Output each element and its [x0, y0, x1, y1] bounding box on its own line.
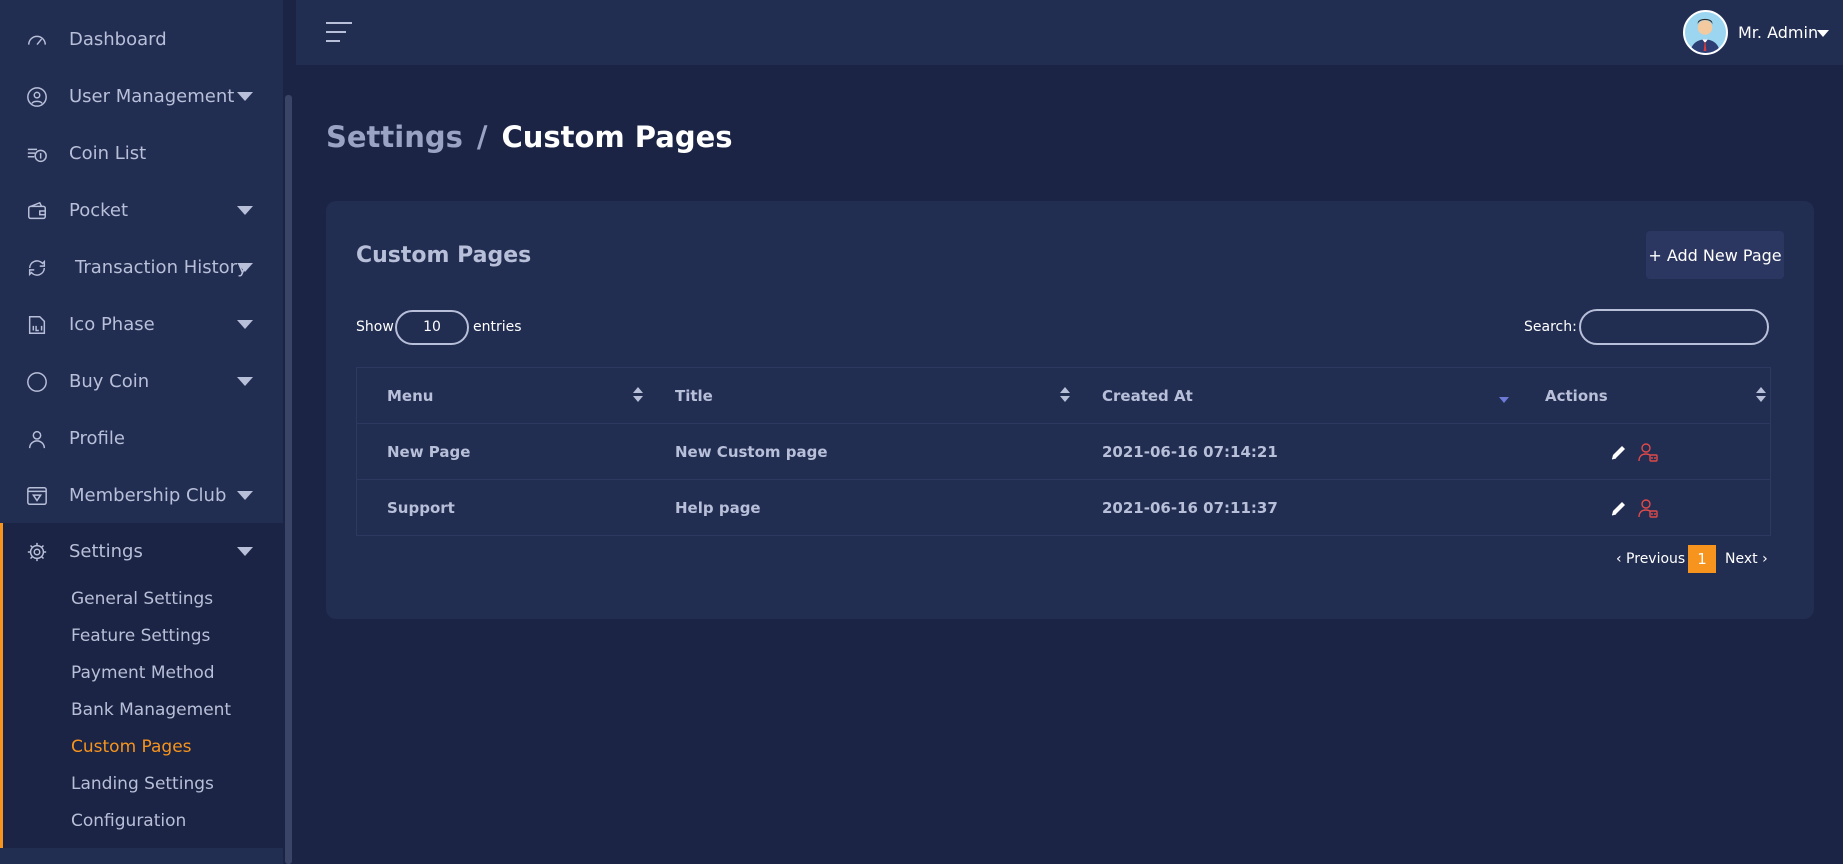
chevron-down-icon	[237, 547, 253, 556]
chevron-down-icon	[237, 320, 253, 329]
cell-title: New Custom page	[675, 443, 828, 461]
settings-group: Settings General Settings Feature Settin…	[0, 523, 283, 848]
sidebar-item-dashboard[interactable]: Dashboard	[0, 11, 283, 68]
breadcrumb-separator: /	[476, 120, 488, 154]
person-icon	[25, 427, 49, 451]
sidebar-sub-bank-management[interactable]: Bank Management	[71, 700, 231, 720]
custom-pages-table: Menu Title Created At Actions New Page N…	[356, 367, 1771, 536]
show-label: Show	[356, 319, 394, 335]
search-input[interactable]	[1579, 309, 1769, 345]
sidebar-sub-custom-pages[interactable]: Custom Pages	[71, 737, 192, 757]
column-header-created-at[interactable]: Created At	[1102, 387, 1193, 405]
sidebar-item-label: Ico Phase	[69, 314, 155, 335]
sort-icon[interactable]	[633, 387, 643, 405]
avatar[interactable]	[1683, 10, 1728, 55]
sidebar-item-label: User Management	[69, 86, 235, 107]
user-circle-icon	[25, 85, 49, 109]
chevron-down-icon	[237, 491, 253, 500]
topbar: Mr. Admin	[296, 0, 1843, 65]
breadcrumb-parent[interactable]: Settings	[326, 120, 463, 154]
menu-toggle-icon[interactable]	[326, 22, 352, 44]
sidebar-item-settings[interactable]: Settings	[0, 523, 283, 580]
table-row: New Page New Custom page 2021-06-16 07:1…	[357, 424, 1770, 480]
wallet-icon	[25, 199, 49, 223]
table-row: Support Help page 2021-06-16 07:11:37	[357, 480, 1770, 536]
gear-icon	[25, 540, 49, 564]
speedometer-icon	[25, 28, 49, 52]
sidebar-item-pocket[interactable]: Pocket	[0, 182, 283, 239]
entries-label: entries	[473, 319, 522, 335]
custom-pages-card: Custom Pages + Add New Page Show 10 entr…	[326, 201, 1814, 619]
sidebar-item-membership-club[interactable]: Membership Club	[0, 467, 283, 524]
sidebar-sub-landing-settings[interactable]: Landing Settings	[71, 774, 214, 794]
sidebar-item-label: Dashboard	[69, 29, 167, 50]
breadcrumb: Settings / Custom Pages	[326, 120, 733, 154]
sidebar-item-coin-list[interactable]: Coin List	[0, 125, 283, 182]
chevron-down-icon	[237, 92, 253, 101]
search-label: Search:	[1524, 319, 1577, 335]
sidebar-item-transaction-history[interactable]: Transaction History	[0, 239, 283, 296]
edit-icon[interactable]	[1609, 442, 1629, 462]
sidebar: Dashboard User Management Coin List Pock…	[0, 0, 283, 864]
ico-icon	[25, 313, 49, 337]
cell-menu: Support	[387, 499, 455, 517]
sidebar-item-buy-coin[interactable]: Buy Coin	[0, 353, 283, 410]
entries-select[interactable]: 10	[395, 310, 469, 345]
column-header-actions[interactable]: Actions	[1545, 387, 1608, 405]
sort-icon[interactable]	[1060, 387, 1070, 405]
column-header-menu[interactable]: Menu	[387, 387, 433, 405]
sidebar-item-user-management[interactable]: User Management	[0, 68, 283, 125]
sidebar-scrollbar[interactable]	[285, 95, 292, 864]
page-title: Custom Pages	[501, 120, 733, 154]
edit-icon[interactable]	[1609, 498, 1629, 518]
sidebar-sub-payment-method[interactable]: Payment Method	[71, 663, 215, 683]
sidebar-item-ico-phase[interactable]: Ico Phase	[0, 296, 283, 353]
delete-user-icon[interactable]	[1638, 442, 1658, 462]
cell-menu: New Page	[387, 443, 471, 461]
pagination-page-1[interactable]: 1	[1688, 545, 1716, 573]
card-title: Custom Pages	[356, 243, 532, 268]
table-header: Menu Title Created At Actions	[357, 368, 1770, 424]
diamond-icon	[25, 484, 49, 508]
sidebar-item-label: Settings	[69, 541, 143, 562]
sidebar-item-label: Buy Coin	[69, 371, 150, 392]
sidebar-sub-feature-settings[interactable]: Feature Settings	[71, 626, 210, 646]
exchange-icon	[25, 256, 49, 280]
user-name[interactable]: Mr. Admin	[1738, 23, 1818, 42]
sidebar-item-label: Profile	[69, 428, 125, 449]
cell-created-at: 2021-06-16 07:14:21	[1102, 443, 1278, 461]
sort-desc-icon[interactable]	[1499, 387, 1509, 405]
cell-created-at: 2021-06-16 07:11:37	[1102, 499, 1278, 517]
chevron-down-icon	[237, 263, 253, 272]
sidebar-item-profile[interactable]: Profile	[0, 410, 283, 467]
sort-icon[interactable]	[1756, 387, 1766, 405]
chevron-down-icon	[237, 377, 253, 386]
chevron-down-icon[interactable]	[1817, 30, 1829, 37]
circle-icon	[25, 370, 49, 394]
sidebar-item-label: Membership Club	[69, 485, 227, 506]
sidebar-sub-configuration[interactable]: Configuration	[71, 811, 186, 831]
add-new-page-button[interactable]: + Add New Page	[1646, 231, 1784, 279]
pagination-next[interactable]: Next ›	[1725, 551, 1768, 567]
column-header-title[interactable]: Title	[675, 387, 713, 405]
chevron-down-icon	[237, 206, 253, 215]
sidebar-sub-general-settings[interactable]: General Settings	[71, 589, 213, 609]
delete-user-icon[interactable]	[1638, 498, 1658, 518]
sidebar-item-label: Coin List	[69, 143, 147, 164]
coin-list-icon	[25, 142, 49, 166]
cell-title: Help page	[675, 499, 761, 517]
sidebar-item-label: Pocket	[69, 200, 129, 221]
sidebar-item-label: Transaction History	[75, 257, 248, 278]
pagination-previous[interactable]: ‹ Previous	[1616, 551, 1685, 567]
